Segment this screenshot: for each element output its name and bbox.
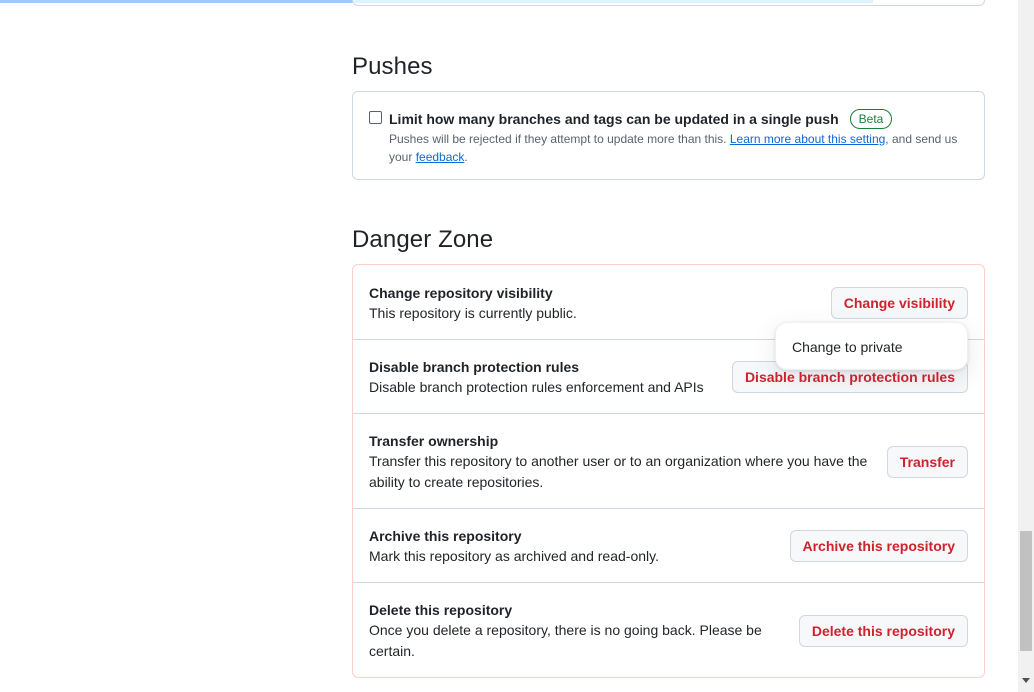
danger-row-archive: Archive this repository Mark this reposi… — [353, 508, 984, 582]
limit-pushes-checkbox[interactable] — [369, 111, 382, 124]
feedback-link[interactable]: feedback — [416, 150, 465, 164]
page: Pushes Limit how many branches and tags … — [0, 0, 1034, 692]
vertical-scrollbar[interactable] — [1018, 0, 1034, 692]
limit-pushes-label-text: Limit how many branches and tags can be … — [389, 111, 839, 127]
danger-zone-heading: Danger Zone — [352, 226, 494, 253]
scroll-down-arrow-icon[interactable] — [1022, 678, 1030, 683]
row-title: Archive this repository — [369, 528, 522, 544]
limit-pushes-label[interactable]: Limit how many branches and tags can be … — [389, 109, 893, 129]
pushes-note-text: Pushes will be rejected if they attempt … — [389, 132, 730, 146]
pushes-note: Pushes will be rejected if they attempt … — [389, 130, 969, 166]
row-description: This repository is currently public. — [369, 305, 577, 321]
archive-repository-button[interactable]: Archive this repository — [789, 530, 968, 562]
change-to-private-menu-item[interactable]: Change to private — [792, 339, 903, 355]
change-visibility-button[interactable]: Change visibility — [830, 287, 968, 319]
row-title: Delete this repository — [369, 602, 513, 618]
scrollbar-thumb[interactable] — [1020, 531, 1032, 651]
beta-badge: Beta — [849, 109, 893, 129]
previous-box-highlight — [353, 0, 873, 3]
learn-more-link[interactable]: Learn more about this setting — [730, 132, 885, 146]
visibility-menu: Change to private — [775, 322, 968, 370]
pushes-note-end: . — [464, 150, 468, 164]
row-description: Disable branch protection rules enforcem… — [369, 379, 704, 395]
delete-repository-button[interactable]: Delete this repository — [798, 615, 968, 647]
pushes-box: Limit how many branches and tags can be … — [352, 91, 985, 180]
pushes-heading: Pushes — [352, 53, 433, 80]
previous-settings-box — [352, 0, 985, 6]
danger-row-delete: Delete this repository Once you delete a… — [353, 582, 984, 677]
danger-row-transfer: Transfer ownership Transfer this reposit… — [353, 413, 984, 508]
row-title: Disable branch protection rules — [369, 359, 580, 375]
transfer-button[interactable]: Transfer — [886, 446, 968, 478]
row-title: Change repository visibility — [369, 285, 553, 301]
row-title: Transfer ownership — [369, 433, 499, 449]
row-description: Once you delete a repository, there is n… — [369, 622, 762, 659]
row-description: Mark this repository as archived and rea… — [369, 548, 659, 564]
row-description: Transfer this repository to another user… — [369, 453, 868, 490]
